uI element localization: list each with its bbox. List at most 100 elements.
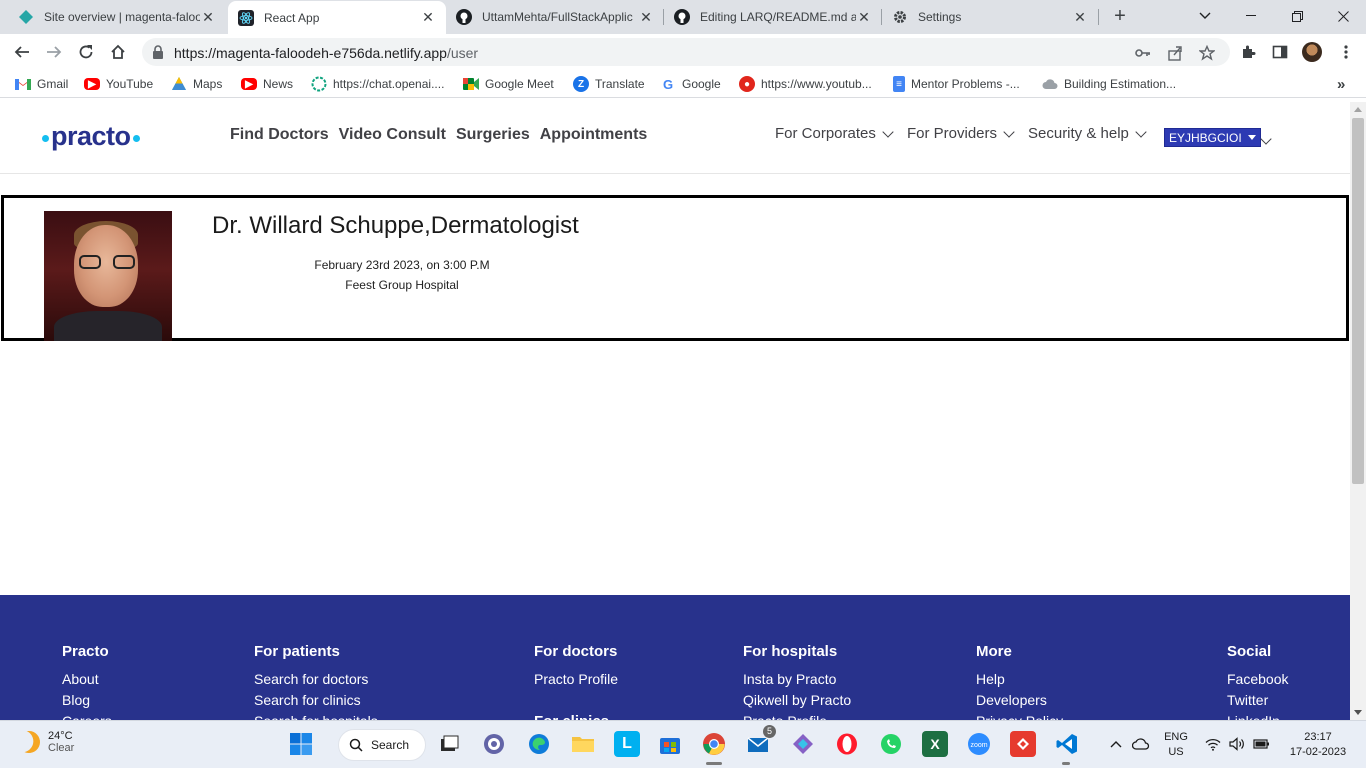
footer-link[interactable]: Search for hospitals <box>254 711 378 720</box>
taskbar-search[interactable]: Search <box>338 729 426 761</box>
footer-link[interactable]: Help <box>976 669 1063 690</box>
home-button[interactable] <box>104 38 132 66</box>
openai-icon <box>311 76 327 92</box>
forward-button[interactable] <box>40 38 68 66</box>
footer-link[interactable]: Insta by Practo <box>743 669 851 690</box>
bookmark-gmail[interactable]: Gmail <box>15 74 68 94</box>
tab-search-chevron-icon[interactable] <box>1182 0 1228 32</box>
footer-link[interactable]: Developers <box>976 690 1063 711</box>
lock-icon[interactable] <box>152 45 164 64</box>
profile-avatar[interactable] <box>1300 38 1324 66</box>
footer-link[interactable]: Privacy Policy <box>976 711 1063 720</box>
close-tab-icon[interactable]: ✕ <box>200 9 216 26</box>
nav-appointments[interactable]: Appointments <box>540 126 648 144</box>
scrollbar-thumb[interactable] <box>1352 118 1364 484</box>
nav-security-help[interactable]: Security & help <box>1028 125 1147 142</box>
back-button[interactable] <box>8 38 36 66</box>
share-icon[interactable] <box>1166 44 1184 62</box>
footer-link[interactable]: Twitter <box>1227 690 1288 711</box>
footer-link[interactable]: Practo Profile <box>743 711 851 720</box>
chrome-icon[interactable] <box>701 731 727 757</box>
reload-button[interactable] <box>72 38 100 66</box>
footer-link[interactable]: LinkedIn <box>1227 711 1288 720</box>
teams-chat-icon[interactable] <box>481 731 507 757</box>
battery-icon[interactable] <box>1250 731 1272 757</box>
bookmark-google[interactable]: G Google <box>660 74 721 94</box>
footer-link[interactable]: Careers <box>62 711 112 720</box>
scroll-up-arrow-icon[interactable] <box>1354 107 1362 112</box>
practo-logo[interactable]: practo <box>40 121 142 152</box>
tab-editing-readme[interactable]: Editing LARQ/README.md at ✕ <box>664 0 882 34</box>
extensions-icon[interactable] <box>1236 38 1260 66</box>
linkedin-learning-icon[interactable]: L <box>614 731 640 757</box>
tab-react-app[interactable]: React App ✕ <box>228 1 446 34</box>
user-menu-chevron-icon[interactable] <box>1260 130 1272 148</box>
wifi-icon[interactable] <box>1202 731 1224 757</box>
more-bookmarks-button[interactable]: » <box>1337 74 1345 94</box>
close-tab-icon[interactable]: ✕ <box>420 9 436 26</box>
nav-surgeries[interactable]: Surgeries <box>456 126 530 144</box>
footer-link[interactable]: Search for doctors <box>254 669 378 690</box>
file-explorer-icon[interactable] <box>570 731 596 757</box>
excel-icon[interactable]: X <box>922 731 948 757</box>
page-scrollbar[interactable] <box>1350 102 1366 720</box>
tray-overflow-chevron-icon[interactable] <box>1106 731 1126 757</box>
close-tab-icon[interactable]: ✕ <box>1072 9 1088 26</box>
bookmark-chat-openai[interactable]: https://chat.openai.... <box>311 74 444 94</box>
new-tab-button[interactable]: + <box>1108 5 1132 29</box>
close-window-button[interactable] <box>1320 0 1366 32</box>
bookmark-maps[interactable]: Maps <box>171 74 222 94</box>
vscode-icon[interactable] <box>1054 731 1080 757</box>
edge-icon[interactable] <box>526 731 552 757</box>
bookmark-star-icon[interactable] <box>1198 44 1216 62</box>
nav-video-consult[interactable]: Video Consult <box>339 126 446 144</box>
bookmark-building-estimation[interactable]: Building Estimation... <box>1042 74 1176 94</box>
appointment-datetime: February 23rd 2023, on 3:00 P.M <box>314 258 490 272</box>
site-header: practo Find Doctors Video Consult Surger… <box>0 102 1350 174</box>
key-icon[interactable] <box>1134 44 1152 62</box>
onedrive-sync-icon[interactable] <box>1130 731 1152 757</box>
language-indicator[interactable]: ENG US <box>1158 730 1194 760</box>
footer-link[interactable]: Search for clinics <box>254 690 378 711</box>
footer-column-patients: For patients Search for doctors Search f… <box>254 643 378 720</box>
close-tab-icon[interactable]: ✕ <box>856 9 872 26</box>
clock[interactable]: 23:17 17-02-2023 <box>1282 730 1354 760</box>
microsoft-store-icon[interactable] <box>657 731 683 757</box>
side-panel-icon[interactable] <box>1268 38 1292 66</box>
nav-find-doctors[interactable]: Find Doctors <box>230 126 329 144</box>
scroll-down-arrow-icon[interactable] <box>1354 710 1362 715</box>
close-tab-icon[interactable]: ✕ <box>638 9 654 26</box>
task-view-icon[interactable] <box>436 731 462 757</box>
weather-widget[interactable]: 24°C Clear <box>18 730 74 754</box>
copilot-icon[interactable] <box>790 731 816 757</box>
bookmark-youtube[interactable]: ▶ YouTube <box>84 74 153 94</box>
browser-menu-icon[interactable] <box>1334 38 1358 66</box>
footer-link[interactable]: Blog <box>62 690 112 711</box>
bookmark-mentor-problems[interactable]: ≡ Mentor Problems -... <box>893 74 1020 94</box>
tab-settings[interactable]: Settings ✕ <box>882 0 1098 34</box>
footer-column-more: More Help Developers Privacy Policy <box>976 643 1063 720</box>
bookmark-news[interactable]: ▶ News <box>241 74 293 94</box>
opera-browser-icon[interactable] <box>834 731 860 757</box>
footer-link[interactable]: Facebook <box>1227 669 1288 690</box>
mail-icon[interactable]: 5 <box>746 725 776 757</box>
zoom-icon[interactable]: zoom <box>966 731 992 757</box>
nav-for-corporates[interactable]: For Corporates <box>775 125 894 142</box>
user-select[interactable]: EYJHBGCIOI <box>1164 128 1261 147</box>
address-bar[interactable]: https://magenta-faloodeh-e756da.netlify.… <box>142 38 1230 66</box>
footer-link[interactable]: Practo Profile <box>534 669 618 690</box>
nav-for-providers[interactable]: For Providers <box>907 125 1015 142</box>
windows-start-icon[interactable] <box>288 731 314 757</box>
bookmark-youtube-link[interactable]: ● https://www.youtub... <box>739 74 872 94</box>
anydesk-icon[interactable] <box>1010 731 1036 757</box>
bookmark-translate[interactable]: Z Translate <box>573 74 645 94</box>
whatsapp-icon[interactable] <box>878 731 904 757</box>
tab-site-overview[interactable]: Site overview | magenta-faloo ✕ <box>8 0 226 34</box>
footer-link[interactable]: Qikwell by Practo <box>743 690 851 711</box>
volume-icon[interactable] <box>1226 731 1248 757</box>
footer-link[interactable]: About <box>62 669 112 690</box>
tab-github-repo[interactable]: UttamMehta/FullStackApplic ✕ <box>446 0 664 34</box>
bookmark-google-meet[interactable]: Google Meet <box>463 74 554 94</box>
restore-button[interactable] <box>1274 0 1320 32</box>
minimize-button[interactable] <box>1228 0 1274 32</box>
